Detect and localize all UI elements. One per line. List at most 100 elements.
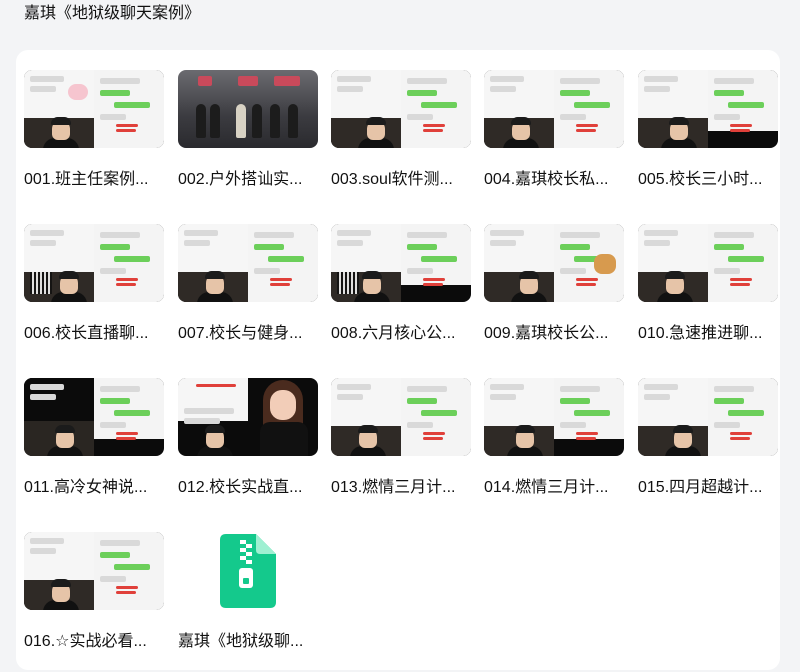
chat-bubble (490, 384, 524, 390)
video-file-item[interactable]: 015.四月超越计... (638, 378, 778, 518)
video-file-item[interactable]: 013.燃情三月计... (331, 378, 471, 518)
chat-bubble (337, 384, 371, 390)
chat-bubble (114, 256, 150, 262)
pedestrian (196, 104, 206, 138)
video-file-item[interactable]: 012.校长实战直... (178, 378, 318, 518)
chat-bubble (730, 124, 752, 127)
pedestrian (252, 104, 262, 138)
chat-bubble (574, 410, 610, 416)
file-name-label: 001.班主任案例... (24, 171, 149, 188)
chat-bubble (644, 230, 678, 236)
chat-bubble (407, 78, 447, 84)
chat-bubble (116, 586, 138, 589)
chat-bubble (268, 256, 304, 262)
file-name-label: 002.户外搭讪实... (178, 171, 303, 188)
chat-bubble (423, 278, 445, 281)
chat-bubble (184, 418, 220, 424)
chat-bubble (423, 432, 445, 435)
chat-bubble (714, 78, 754, 84)
woman-face (270, 390, 296, 420)
video-file-item[interactable]: 004.嘉琪校长私... (484, 70, 624, 210)
chat-bubble (574, 102, 610, 108)
file-name-label: 007.校长与健身... (178, 325, 303, 342)
person-hair (51, 117, 71, 125)
video-thumbnail (638, 70, 778, 148)
chat-bubble (576, 437, 596, 440)
chat-bubble (730, 283, 750, 286)
video-file-item[interactable]: 007.校长与健身... (178, 224, 318, 364)
video-thumbnail (24, 378, 164, 456)
chat-bubble (100, 540, 140, 546)
chat-bubble (254, 232, 294, 238)
qr-code (30, 272, 52, 294)
chat-bubble (254, 244, 284, 250)
chat-bubble (100, 552, 130, 558)
chat-bubble (423, 124, 445, 127)
video-file-item[interactable]: 009.嘉琪校长公... (484, 224, 624, 364)
video-file-item[interactable]: 016.☆实战必看... (24, 532, 164, 672)
file-name-label: 009.嘉琪校长公... (484, 325, 609, 342)
zip-file-item[interactable]: 嘉琪《地狱级聊... (178, 532, 318, 672)
chat-bubble (100, 232, 140, 238)
chat-bubble (576, 124, 598, 127)
file-name-label: 004.嘉琪校长私... (484, 171, 609, 188)
chat-bubble (714, 386, 754, 392)
chat-bubble (644, 240, 670, 246)
chat-bubble (114, 564, 150, 570)
chat-bubble (30, 230, 64, 236)
file-name-label: 014.燃情三月计... (484, 479, 609, 496)
shop-sign (198, 76, 212, 86)
chat-bubble (100, 422, 126, 428)
chat-bubble (30, 76, 64, 82)
chat-bubble (730, 278, 752, 281)
file-name-label: 013.燃情三月计... (331, 479, 456, 496)
video-file-item[interactable]: 006.校长直播聊... (24, 224, 164, 364)
person-hair (665, 271, 685, 279)
file-name-label: 003.soul软件测... (331, 171, 453, 188)
chat-bubble (337, 230, 371, 236)
person-hair (366, 117, 386, 125)
video-file-item[interactable]: 002.户外搭讪实... (178, 70, 318, 210)
chat-bubble (100, 386, 140, 392)
chat-bubble (407, 268, 433, 274)
shop-sign (274, 76, 300, 86)
chat-bubble (423, 437, 443, 440)
video-file-item[interactable]: 001.班主任案例... (24, 70, 164, 210)
person-hair (669, 117, 689, 125)
chat-bubble (644, 76, 678, 82)
chat-bubble (576, 432, 598, 435)
file-name-label: 011.高冷女神说... (24, 479, 148, 496)
chat-bubble (196, 384, 236, 387)
chat-bubble (337, 76, 371, 82)
chat-bubble (644, 394, 670, 400)
video-file-item[interactable]: 011.高冷女神说... (24, 378, 164, 518)
video-file-item[interactable]: 003.soul软件测... (331, 70, 471, 210)
chat-bubble (728, 256, 764, 262)
chat-bubble (407, 244, 437, 250)
person-hair (205, 271, 225, 279)
chat-bubble (100, 114, 126, 120)
file-name-label: 016.☆实战必看... (24, 633, 147, 650)
chat-bubble (116, 129, 136, 132)
video-thumbnail (484, 224, 624, 302)
chat-bubble (116, 124, 138, 127)
chat-bubble (560, 386, 600, 392)
chat-bubble (184, 240, 210, 246)
video-file-item[interactable]: 005.校长三小时... (638, 70, 778, 210)
video-file-item[interactable]: 010.急速推进聊... (638, 224, 778, 364)
pedestrian (236, 104, 246, 138)
chat-bubble (490, 240, 516, 246)
file-grid: 001.班主任案例... 002.户外搭讪实... 003.soul软件测... 00… (16, 50, 780, 670)
chat-bubble (407, 90, 437, 96)
chat-bubble (116, 432, 138, 435)
chat-bubble (730, 437, 750, 440)
chat-bubble (116, 278, 138, 281)
video-file-item[interactable]: 014.燃情三月计... (484, 378, 624, 518)
chat-bubble (423, 283, 443, 286)
video-file-item[interactable]: 008.六月核心公... (331, 224, 471, 364)
chat-bubble (714, 90, 744, 96)
chat-bubble (100, 90, 130, 96)
chat-bubble (100, 576, 126, 582)
shop-sign (238, 76, 258, 86)
file-name-label: 012.校长实战直... (178, 479, 303, 496)
